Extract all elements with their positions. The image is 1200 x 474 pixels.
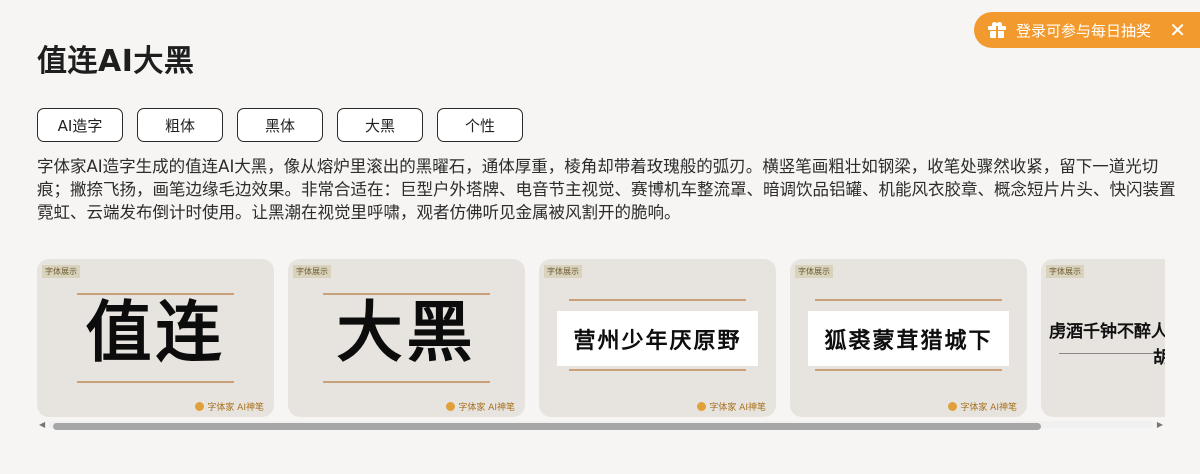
divider [77, 381, 234, 383]
card-sample-text: 虏酒千钟不醉人 [1049, 322, 1165, 342]
card-sample-text: 狐裘蒙茸猎城下 [808, 311, 1009, 366]
preview-card[interactable]: 字体展示 大黑 字体家 AI神笔 [288, 259, 525, 417]
preview-card[interactable]: 字体展示 营州少年厌原野 字体家 AI神笔 [539, 259, 776, 417]
promo-label[interactable]: 登录可参与每日抽奖 [1016, 20, 1151, 41]
card-sample-text: 营州少年厌原野 [557, 311, 758, 366]
card-sample-text: 值连 [85, 294, 226, 371]
preview-card[interactable]: 字体展示 狐裘蒙茸猎城下 字体家 AI神笔 [790, 259, 1027, 417]
tag-dahei[interactable]: 大黑 [337, 108, 423, 142]
card-sample-text: 大黑 [336, 294, 477, 371]
divider [323, 381, 490, 383]
divider [1059, 353, 1165, 354]
logo-icon [446, 402, 456, 411]
scrollbar-track[interactable] [49, 421, 1153, 430]
daily-lottery-banner[interactable]: 登录可参与每日抽奖 ✕ [974, 12, 1200, 48]
preview-card[interactable]: 字体展示 值连 字体家 AI神笔 [37, 259, 274, 417]
font-description: 字体家AI造字生成的值连AI大黑，像从熔炉里滚出的黑曜石，通体厚重，棱角却带着玫… [37, 157, 1176, 222]
page-title: 值连AI大黑 [37, 44, 195, 79]
logo-icon [195, 402, 205, 411]
card-sample-text-2: 胡 [1153, 348, 1165, 368]
tag-gexing[interactable]: 个性 [437, 108, 523, 142]
card-badge: 字体展示 [293, 265, 331, 278]
brand-logo: 字体家 AI神笔 [446, 400, 515, 413]
tag-ai-zaozi[interactable]: AI造字 [37, 108, 123, 142]
brand-logo: 字体家 AI神笔 [697, 400, 766, 413]
gift-icon [988, 22, 1006, 38]
scrollbar-thumb[interactable] [53, 423, 1041, 430]
card-badge: 字体展示 [42, 265, 80, 278]
tag-heiti[interactable]: 黑体 [237, 108, 323, 142]
logo-icon [948, 402, 958, 411]
divider [569, 299, 746, 301]
card-badge: 字体展示 [795, 265, 833, 278]
card-badge: 字体展示 [544, 265, 582, 278]
divider [815, 369, 1002, 371]
tag-list: AI造字 粗体 黑体 大黑 个性 [37, 108, 523, 142]
divider [815, 299, 1002, 301]
preview-gallery[interactable]: 字体展示 值连 字体家 AI神笔 字体展示 大黑 字体家 AI神笔 字体展示 营… [37, 259, 1165, 419]
scroll-left-icon[interactable]: ◀ [39, 419, 45, 430]
horizontal-scrollbar[interactable]: ◀ ▶ [37, 419, 1165, 430]
tag-cuti[interactable]: 粗体 [137, 108, 223, 142]
card-badge: 字体展示 [1046, 265, 1084, 278]
close-icon[interactable]: ✕ [1169, 18, 1186, 42]
brand-logo: 字体家 AI神笔 [195, 400, 264, 413]
scroll-right-icon[interactable]: ▶ [1157, 419, 1163, 430]
brand-logo: 字体家 AI神笔 [948, 400, 1017, 413]
preview-card[interactable]: 字体展示 虏酒千钟不醉人 胡 [1041, 259, 1165, 417]
logo-icon [697, 402, 707, 411]
divider [569, 369, 746, 371]
